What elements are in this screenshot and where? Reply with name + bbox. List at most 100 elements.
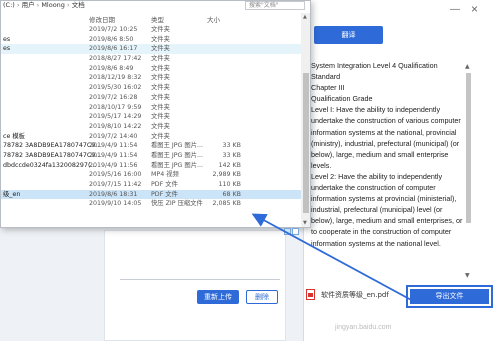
scroll-down-icon[interactable]: ▼ bbox=[303, 220, 307, 226]
text-scrollbar[interactable]: ▲ ▼ bbox=[464, 63, 473, 279]
file-type: 文件夹 bbox=[151, 113, 170, 121]
delete-button[interactable]: 删除 bbox=[246, 290, 278, 304]
file-date: 2019/8/10 14:22 bbox=[89, 122, 142, 130]
file-row[interactable]: es 2019/8/6 8:50 文件夹 bbox=[1, 35, 301, 45]
breadcrumb-users[interactable]: 用户 bbox=[22, 1, 35, 9]
file-row[interactable]: 2019/5/17 14:29 文件夹 bbox=[1, 112, 301, 122]
file-date: 2019/7/2 14:40 bbox=[89, 132, 138, 140]
scroll-thumb[interactable] bbox=[303, 73, 309, 213]
file-date: 2019/4/9 11:54 bbox=[89, 151, 138, 159]
pdf-icon bbox=[306, 289, 315, 300]
output-file-name: 软件资质等级_en.pdf bbox=[321, 290, 389, 299]
file-row[interactable]: ce 模板 2019/7/2 14:40 文件夹 bbox=[1, 132, 301, 142]
file-date: 2018/10/17 9:59 bbox=[89, 103, 142, 111]
file-type: 文件夹 bbox=[151, 26, 170, 33]
file-row[interactable]: es 2019/8/6 16:17 文件夹 bbox=[1, 44, 301, 55]
file-date: 2018/12/19 8:32 bbox=[89, 74, 142, 82]
file-name: 78782 3A8DB9EA1780747C9... bbox=[3, 142, 102, 150]
file-row[interactable]: 2019/7/2 16:28 文件夹 bbox=[1, 93, 301, 103]
watermark: jingyan.baidu.com bbox=[335, 324, 392, 331]
breadcrumb-documents[interactable]: 文档 bbox=[72, 1, 85, 9]
file-type: 快压 ZIP 压缩文件 bbox=[151, 200, 203, 208]
text-line: information systems at the national leve… bbox=[311, 238, 441, 248]
text-line: Qualification Grade bbox=[311, 94, 373, 104]
file-row[interactable]: 级_en 2019/8/6 18:31 PDF 文件 68 KB bbox=[1, 189, 301, 200]
file-size: 68 KB bbox=[222, 190, 241, 198]
text-line: Chapter III bbox=[311, 83, 345, 93]
file-row[interactable]: 2019/7/2 10:25 文件夹 bbox=[1, 25, 301, 35]
upload-progress-line bbox=[120, 279, 280, 280]
file-date: 2019/7/15 11:42 bbox=[89, 181, 142, 188]
file-date: 2019/5/30 16:02 bbox=[89, 84, 142, 92]
scroll-down-icon[interactable]: ▼ bbox=[465, 272, 470, 279]
close-icon[interactable]: × bbox=[471, 2, 478, 16]
text-line: undertake the construction of various co… bbox=[311, 116, 461, 126]
file-row[interactable]: 2018/10/17 9:59 文件夹 bbox=[1, 103, 301, 113]
column-date[interactable]: 修改日期 bbox=[89, 14, 115, 24]
file-row[interactable]: 2019/5/16 16:00 MP4 视频 2,989 KB bbox=[1, 170, 301, 180]
address-bar[interactable]: (C:) › 用户 › Mloong › 文档 bbox=[1, 1, 241, 11]
file-size: 2,989 KB bbox=[212, 171, 241, 179]
file-type: 文件夹 bbox=[151, 55, 170, 63]
file-name: es bbox=[3, 35, 11, 43]
file-date: 2019/5/17 14:29 bbox=[89, 113, 142, 121]
file-date: 2019/9/10 14:05 bbox=[89, 200, 142, 208]
file-date: 2018/8/27 17:42 bbox=[89, 55, 142, 63]
thumbnail-view-icon[interactable] bbox=[292, 228, 299, 235]
file-type: 文件夹 bbox=[151, 74, 170, 82]
text-line: levels. bbox=[311, 160, 332, 170]
text-line: to cooperate in the construction of comp… bbox=[311, 227, 452, 237]
file-row[interactable]: 78782 3A8DB9EA1780747C9... 2019/4/9 11:54… bbox=[1, 151, 301, 161]
file-row[interactable]: 2019/9/10 14:05 快压 ZIP 压缩文件 2,085 KB bbox=[1, 199, 301, 209]
file-name: 78782 3A8DB9EA1780747C9... bbox=[3, 151, 102, 159]
text-line: information systems at provincial (minis… bbox=[311, 194, 457, 204]
file-type: 看图王 JPG 图片... bbox=[151, 151, 204, 159]
breadcrumb-user[interactable]: Mloong bbox=[41, 1, 65, 9]
scroll-thumb[interactable] bbox=[466, 73, 471, 223]
file-row[interactable]: 2019/7/15 11:42 PDF 文件 110 KB bbox=[1, 180, 301, 190]
file-date: 2019/8/6 8:49 bbox=[89, 64, 134, 72]
reupload-button[interactable]: 重新上传 bbox=[197, 290, 239, 304]
minimize-icon[interactable]: — bbox=[450, 4, 460, 15]
file-size: 33 KB bbox=[222, 142, 241, 150]
breadcrumb-drive[interactable]: (C:) bbox=[3, 1, 15, 9]
text-line: below), large, medium and small enterpri… bbox=[311, 216, 463, 226]
file-date: 2019/4/9 11:56 bbox=[89, 161, 138, 169]
file-type: 文件夹 bbox=[151, 132, 170, 140]
file-type: 文件夹 bbox=[151, 103, 170, 111]
text-line: information systems at the national, pro… bbox=[311, 127, 457, 137]
file-row[interactable]: 78782 3A8DB9EA1780747C9... 2019/4/9 11:54… bbox=[1, 141, 301, 151]
file-type: 文件夹 bbox=[151, 64, 170, 72]
file-type: MP4 视频 bbox=[151, 171, 179, 179]
file-name: es bbox=[3, 45, 11, 53]
file-date: 2019/5/16 16:00 bbox=[89, 171, 142, 179]
file-type: 看图王 JPG 图片... bbox=[151, 142, 204, 150]
file-type: PDF 文件 bbox=[151, 181, 178, 188]
file-row[interactable]: 2019/8/6 8:49 文件夹 bbox=[1, 64, 301, 74]
text-line: System Integration Level 4 Qualification bbox=[311, 61, 438, 70]
file-row[interactable]: 2019/5/30 16:02 文件夹 bbox=[1, 83, 301, 93]
file-row[interactable]: 2019/8/10 14:22 文件夹 bbox=[1, 122, 301, 132]
search-input[interactable]: 搜索"文档" bbox=[245, 1, 305, 10]
column-size[interactable]: 大小 bbox=[207, 14, 220, 24]
scroll-up-icon[interactable]: ▲ bbox=[303, 14, 307, 20]
text-line: Level 2: Have the ability to independent… bbox=[311, 171, 443, 181]
file-type: 文件夹 bbox=[151, 122, 170, 130]
scroll-up-icon[interactable]: ▲ bbox=[465, 63, 470, 70]
file-list-scrollbar[interactable]: ▲ ▼ bbox=[301, 13, 310, 227]
file-type: 文件夹 bbox=[151, 93, 170, 101]
file-list: 2019/7/2 10:25 文件夹 es 2019/8/6 8:50 文件夹 es 201… bbox=[1, 25, 301, 209]
export-button-frame[interactable]: 导出文件 bbox=[406, 285, 493, 308]
column-headers: 修改日期 类型 大小 bbox=[1, 14, 301, 25]
file-row[interactable]: 2018/8/27 17:42 文件夹 bbox=[1, 54, 301, 64]
file-type: 文件夹 bbox=[151, 45, 170, 53]
column-type[interactable]: 类型 bbox=[151, 14, 164, 24]
file-type: PDF 文件 bbox=[151, 190, 178, 198]
details-view-icon[interactable] bbox=[284, 228, 291, 235]
file-date: 2019/8/6 18:31 bbox=[89, 190, 138, 198]
file-row[interactable]: dbdccde0324fa132008297(... 2019/4/9 11:56… bbox=[1, 161, 301, 171]
file-row[interactable]: 2018/12/19 8:32 文件夹 bbox=[1, 73, 301, 83]
translated-text-box[interactable]: System Integration Level 4 Qualification… bbox=[305, 60, 477, 278]
translate-button[interactable]: 翻译 bbox=[314, 26, 383, 44]
export-button[interactable]: 导出文件 bbox=[410, 289, 489, 304]
